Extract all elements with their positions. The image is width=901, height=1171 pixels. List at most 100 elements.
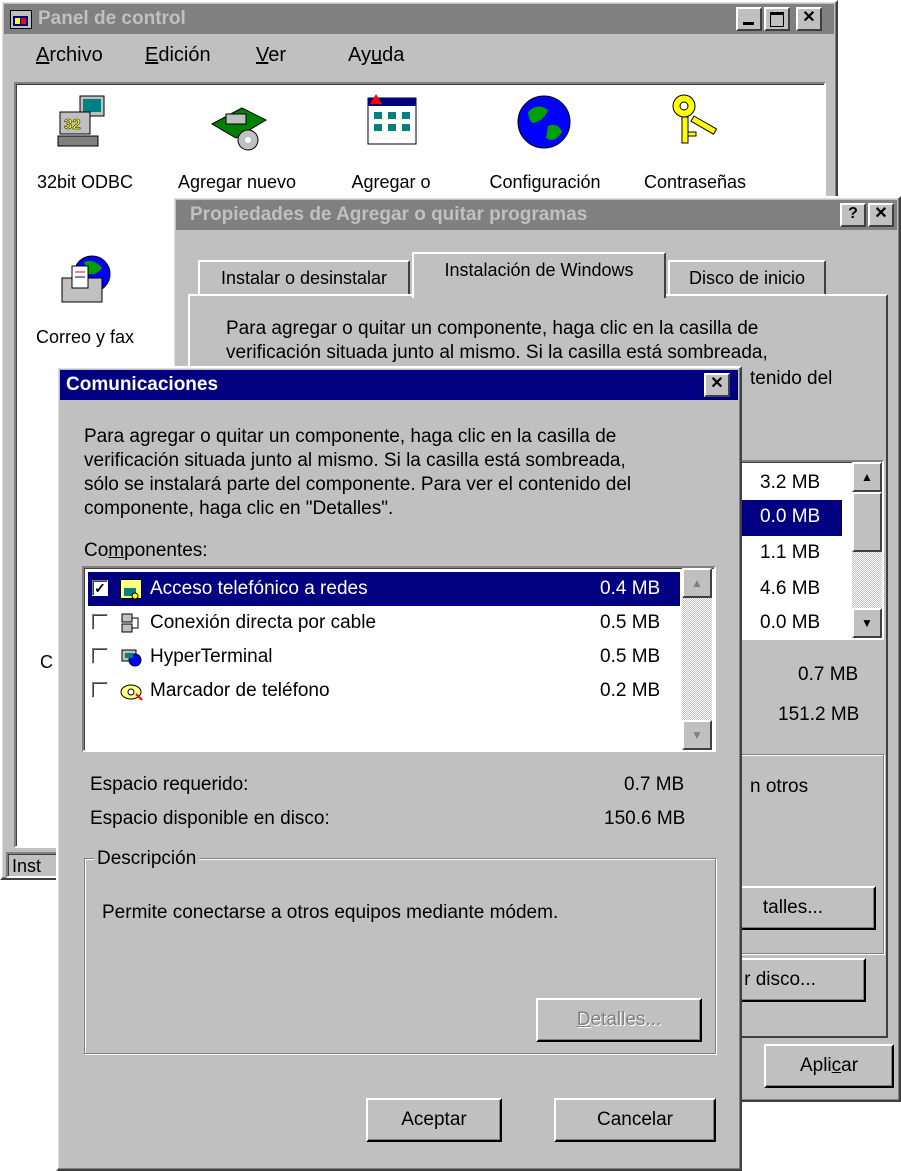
menu-bar: Archivo Edición Ver Ayuda	[4, 36, 834, 74]
minimize-icon	[743, 22, 754, 25]
instruction-line-3: sólo se instalará parte del componente. …	[84, 474, 632, 495]
communications-dialog: Comunicaciones ✕ Para agregar o quitar u…	[56, 366, 742, 1171]
description-group-label: Descripción	[94, 848, 200, 870]
instruction-line-1: Para agregar o quitar un componente, hag…	[84, 426, 617, 447]
help-icon: ?	[848, 205, 858, 222]
size-1: 0.0 MB	[760, 506, 821, 527]
mail-fax-icon[interactable]	[54, 252, 118, 314]
icon-label-passwords: Contraseñas	[643, 172, 747, 192]
instruction-line-4: componente, haga clic en "Detalles".	[84, 498, 394, 519]
properties-details-label: talles...	[762, 897, 824, 918]
menu-archivo-label: rchivo	[49, 44, 103, 66]
components-list[interactable]: ✓ Acceso telefónico a redes 0.4 MB Conex…	[82, 566, 716, 752]
control-panel-titlebar[interactable]: Panel de control ✕	[4, 4, 834, 34]
component-checkbox-dialer[interactable]	[92, 682, 108, 698]
size-0: 3.2 MB	[760, 472, 821, 493]
icon-label-add-remove: Agregar o	[351, 172, 431, 192]
odbc-icon[interactable]: 32	[54, 92, 114, 152]
menu-ayuda[interactable]: Ayuda	[348, 44, 404, 67]
details-button[interactable]: Detalles...	[536, 998, 702, 1042]
close-icon: ✕	[710, 375, 724, 392]
apply-button[interactable]: Aplicar	[764, 1044, 894, 1088]
component-size-hyperterminal: 0.5 MB	[600, 646, 661, 667]
space-available-value: 150.6 MB	[604, 808, 686, 829]
properties-scroll-down[interactable]: ▼	[852, 608, 882, 638]
properties-desc-line3: tenido del	[750, 368, 833, 389]
dialup-network-icon	[120, 579, 142, 600]
component-name-hyperterminal: HyperTerminal	[150, 646, 273, 667]
close-icon: ✕	[874, 205, 888, 222]
ok-button[interactable]: Aceptar	[366, 1098, 502, 1142]
instruction-line-2: verificación situada junto al mismo. Si …	[84, 450, 626, 471]
close-button[interactable]: ✕	[796, 7, 822, 31]
components-label: Componentes:	[84, 540, 208, 561]
status-text: Inst	[12, 856, 42, 876]
properties-space-available: 151.2 MB	[778, 704, 860, 725]
properties-scroll-thumb[interactable]	[852, 492, 882, 552]
maximize-button[interactable]	[764, 7, 790, 31]
description-text: Permite conectarse a otros equipos media…	[102, 902, 559, 923]
control-panel-app-icon	[10, 10, 32, 29]
ok-label: Aceptar	[401, 1109, 467, 1130]
scroll-up-icon: ▲	[691, 576, 703, 590]
properties-desc-line1: Para agregar o quitar un componente, hag…	[226, 318, 759, 339]
components-scroll-down[interactable]: ▼	[682, 720, 712, 750]
component-row-dialup[interactable]: ✓ Acceso telefónico a redes 0.4 MB	[88, 572, 680, 606]
components-scroll-up[interactable]: ▲	[682, 568, 712, 598]
properties-desc-line2: verificación situada junto al mismo. Si …	[226, 342, 768, 363]
size-4: 0.0 MB	[760, 612, 821, 633]
component-size-dialup: 0.4 MB	[600, 578, 661, 599]
phone-dialer-icon	[120, 680, 144, 702]
add-remove-programs-icon[interactable]	[362, 92, 422, 152]
communications-titlebar[interactable]: Comunicaciones ✕	[60, 370, 738, 400]
menu-archivo[interactable]: Archivo	[36, 44, 103, 67]
tab-install-uninstall[interactable]: Instalar o desinstalar	[198, 260, 410, 296]
component-row-dialer[interactable]: Marcador de teléfono 0.2 MB	[88, 674, 680, 708]
cancel-button[interactable]: Cancelar	[554, 1098, 716, 1142]
properties-title: Propiedades de Agregar o quitar programa…	[190, 204, 588, 225]
icon-label-odbc: 32bit ODBC	[36, 172, 134, 192]
component-row-cable[interactable]: Conexión directa por cable 0.5 MB	[88, 606, 680, 640]
properties-close-button[interactable]: ✕	[868, 203, 894, 227]
component-row-hyperterminal[interactable]: HyperTerminal 0.5 MB	[88, 640, 680, 674]
direct-cable-icon	[120, 612, 142, 634]
maximize-icon	[770, 12, 784, 27]
help-button[interactable]: ?	[840, 203, 866, 227]
properties-space-required: 0.7 MB	[798, 664, 859, 685]
icon-label-display: Configuración	[489, 172, 601, 192]
component-checkbox-cable[interactable]	[92, 614, 108, 630]
scroll-down-icon: ▼	[691, 728, 703, 742]
size-2: 1.1 MB	[760, 542, 821, 563]
have-disk-label: r disco...	[744, 969, 816, 990]
communications-close-button[interactable]: ✕	[704, 373, 730, 397]
minimize-button[interactable]	[736, 7, 762, 31]
component-size-cable: 0.5 MB	[600, 612, 661, 633]
globe-icon[interactable]	[514, 92, 574, 152]
properties-description-partial: n otros	[750, 776, 809, 797]
close-icon: ✕	[802, 9, 816, 26]
hyperterminal-icon	[120, 646, 142, 668]
tab-startup-disk[interactable]: Disco de inicio	[668, 260, 826, 296]
menu-ver[interactable]: Ver	[256, 44, 286, 67]
svg-text:32: 32	[64, 116, 81, 133]
cancel-label: Cancelar	[596, 1109, 674, 1130]
properties-titlebar[interactable]: Propiedades de Agregar o quitar programa…	[176, 200, 897, 230]
component-checkbox-dialup[interactable]: ✓	[92, 580, 108, 596]
tab-startup-disk-label: Disco de inicio	[688, 268, 806, 288]
component-name-dialup: Acceso telefónico a redes	[150, 578, 368, 599]
add-hardware-icon[interactable]	[206, 94, 270, 154]
tab-install-uninstall-label: Instalar o desinstalar	[220, 268, 388, 288]
component-checkbox-hyperterminal[interactable]	[92, 648, 108, 664]
tab-windows-setup[interactable]: Instalación de Windows	[412, 252, 666, 298]
scroll-down-icon: ▼	[861, 616, 873, 630]
space-required-value: 0.7 MB	[624, 774, 685, 795]
size-3: 4.6 MB	[760, 578, 821, 599]
passwords-key-icon[interactable]	[662, 90, 726, 152]
partial-icon-label: C	[40, 652, 53, 672]
menu-edicion[interactable]: Edición	[145, 44, 211, 67]
control-panel-title: Panel de control	[38, 8, 186, 29]
space-available-label: Espacio disponible en disco:	[90, 808, 330, 829]
properties-component-list[interactable]: 3.2 MB 0.0 MB 1.1 MB 4.6 MB 0.0 MB ▲ ▼	[730, 460, 884, 640]
icon-label-mail-fax: Correo y fax	[35, 327, 135, 347]
properties-scroll-up[interactable]: ▲	[852, 462, 882, 492]
